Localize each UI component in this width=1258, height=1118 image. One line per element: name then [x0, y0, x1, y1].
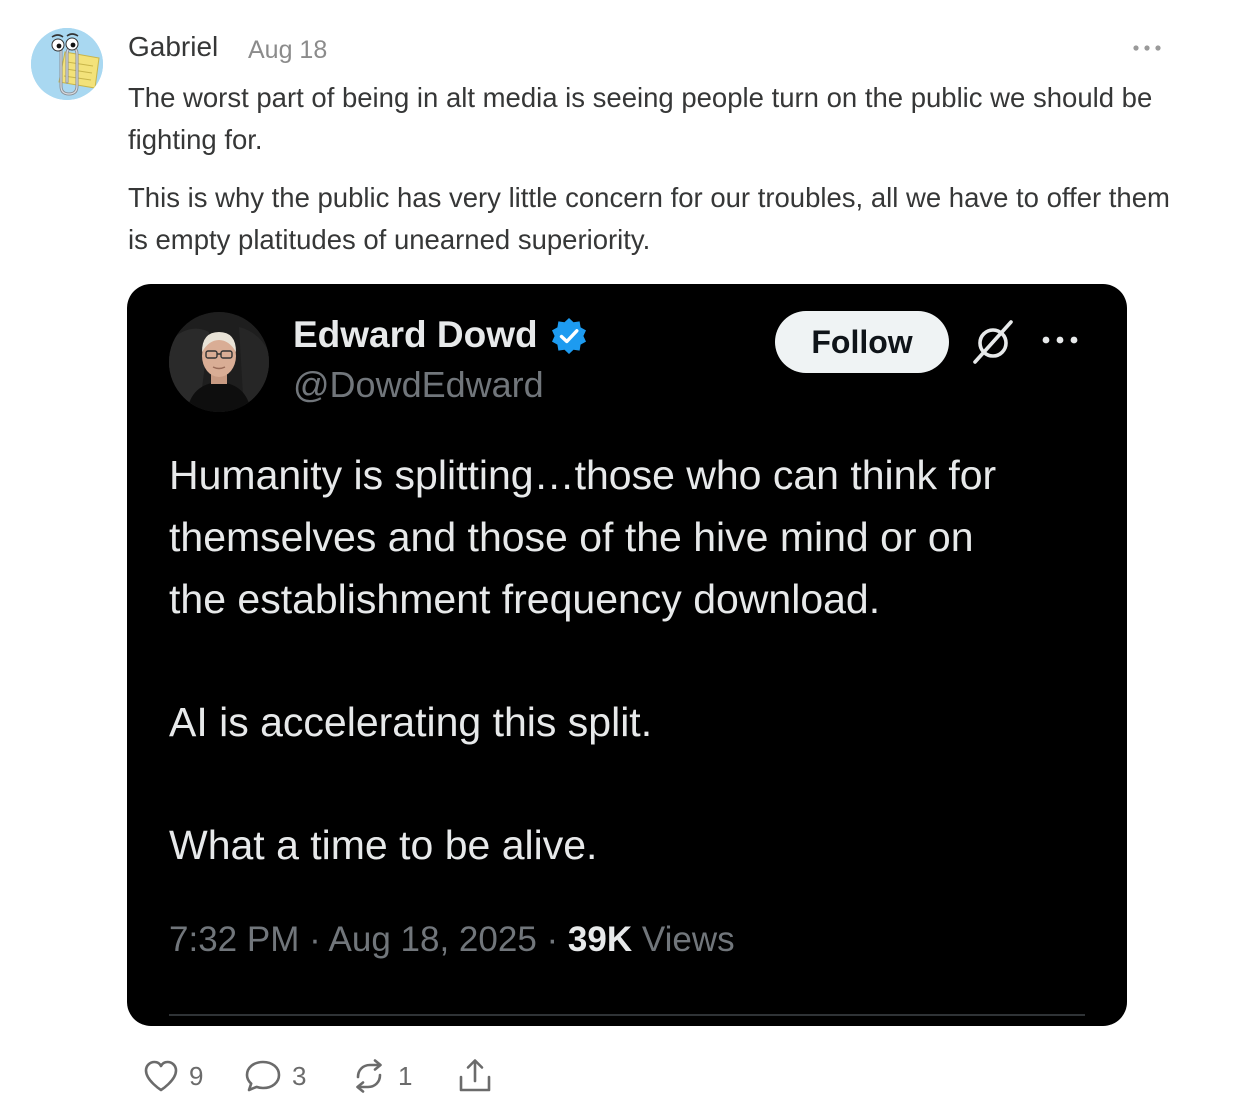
paperclip-assistant-icon [31, 28, 103, 100]
tweet-text: Humanity is splitting…those who can thin… [169, 444, 1089, 876]
author-avatar[interactable] [31, 28, 103, 100]
restack-button[interactable]: 1 [350, 1054, 412, 1098]
tweet-views-count: 39K [567, 920, 633, 959]
tweet-text-line: the establishment frequency download. [169, 576, 881, 622]
more-horizontal-icon [1042, 336, 1078, 344]
tweet-author-name[interactable]: Edward Dowd [293, 314, 538, 356]
tweet-text-line: AI is accelerating this split. [169, 699, 653, 745]
more-horizontal-icon [1133, 45, 1161, 51]
note-paragraph: The worst part of being in alt media is … [128, 82, 1153, 155]
like-button[interactable]: 9 [143, 1054, 203, 1098]
comment-button[interactable]: 3 [244, 1054, 306, 1098]
tweet-author-handle[interactable]: @DowdEdward [293, 364, 544, 406]
note-paragraph: This is why the public has very little c… [128, 182, 1170, 255]
tweet-views-label: Views [641, 920, 735, 959]
x-logo-icon[interactable] [969, 318, 1017, 366]
restack-icon [356, 1059, 382, 1093]
heart-icon [144, 1060, 178, 1092]
tweet-text-line: themselves and those of the hive mind or… [169, 514, 974, 560]
comment-count: 3 [292, 1060, 307, 1091]
person-photo-icon [169, 312, 269, 412]
share-button[interactable] [456, 1054, 494, 1098]
tweet-text-line: What a time to be alive. [169, 822, 598, 868]
verified-badge-icon [552, 318, 586, 354]
tweet-metadata: 7:32 PM · Aug 18, 2025 · 39K Views [169, 920, 735, 959]
share-icon [459, 1059, 491, 1092]
note-date[interactable]: Aug 18 [248, 36, 327, 65]
comment-bubble-icon [245, 1060, 281, 1092]
tweet-time[interactable]: 7:32 PM [169, 920, 299, 959]
embedded-tweet[interactable]: Edward Dowd @DowdEdward Follow Humanity … [127, 284, 1127, 1026]
tweet-date[interactable]: Aug 18, 2025 [329, 920, 537, 959]
tweet-text-line: Humanity is splitting…those who can thin… [169, 452, 997, 498]
like-count: 9 [189, 1060, 204, 1091]
tweet-divider [169, 1014, 1085, 1016]
more-options-button[interactable] [1130, 38, 1164, 58]
follow-button[interactable]: Follow [775, 311, 949, 373]
tweet-more-button[interactable] [1040, 332, 1080, 348]
restack-count: 1 [398, 1060, 413, 1091]
tweet-author-avatar[interactable] [169, 312, 269, 412]
author-name[interactable]: Gabriel [128, 31, 218, 63]
